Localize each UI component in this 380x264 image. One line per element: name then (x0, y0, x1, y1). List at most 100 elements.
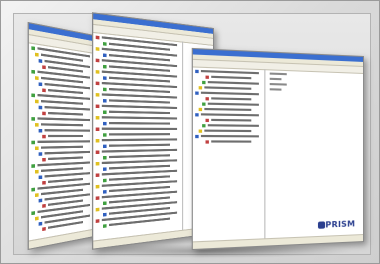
list-item (269, 77, 282, 81)
tree-node-icon (31, 92, 36, 97)
tree-node-icon (95, 218, 100, 223)
tree-node-icon (95, 126, 100, 131)
tree-node-icon (35, 75, 39, 80)
tree-node-label (41, 123, 83, 127)
tree-node-label (44, 150, 91, 155)
tree-node-icon (38, 198, 43, 202)
tree-node-label (108, 76, 170, 83)
tree-node-icon (42, 203, 46, 208)
tree-node-label (101, 104, 178, 110)
tree-node-icon (35, 99, 39, 103)
tree-node-icon (103, 189, 107, 194)
tree-node-icon (95, 46, 100, 51)
tree-node-icon (95, 138, 100, 142)
tree-node-label (108, 133, 170, 136)
tree-node-icon (95, 115, 100, 119)
tree-node-label (44, 193, 91, 201)
tree-node-icon (95, 184, 100, 188)
tree-node-icon (195, 90, 199, 95)
tree-node-icon (95, 161, 100, 165)
tree-node-label (108, 143, 170, 147)
thumbnail-canvas: PRISM (13, 12, 371, 258)
tree-node-icon (35, 52, 39, 57)
tree-node-icon (95, 58, 100, 62)
tree-node-icon (31, 45, 36, 50)
list-item (269, 82, 287, 86)
tree-node-icon (42, 64, 46, 69)
tree-node-icon (42, 87, 46, 92)
tree-node-label (37, 140, 91, 144)
tree-node-label (101, 159, 178, 165)
tree-node-icon (42, 180, 46, 185)
tree-node-label (48, 156, 83, 161)
tree-node-label (44, 105, 91, 111)
tree-node-label (108, 175, 170, 181)
tree-node-icon (103, 75, 107, 80)
tree-node-icon (35, 145, 39, 150)
tree-node-label (41, 99, 83, 105)
tree-node-icon (198, 128, 203, 133)
tree-node-icon (198, 107, 203, 111)
tree-node-label (200, 113, 259, 117)
tree-node-icon (103, 41, 107, 46)
tree-node-icon (38, 105, 43, 109)
tree-node-icon (103, 87, 107, 91)
tree-node-label (211, 140, 252, 143)
tree-node-label (204, 129, 252, 133)
tree-node-label (204, 107, 252, 111)
tree-node-icon (103, 155, 107, 159)
tree-node-label (48, 134, 83, 138)
tree-node-label (101, 127, 178, 130)
tree-node-icon (95, 149, 100, 154)
tree-node-label (207, 124, 259, 127)
tree-node-label (101, 148, 178, 153)
tree-node-icon (103, 98, 107, 103)
window-front-content (192, 66, 363, 243)
tree-node-icon (95, 172, 100, 177)
tree-node-icon (103, 200, 107, 205)
tree-node-icon (195, 69, 199, 73)
thumbnail-frame: PRISM (0, 0, 380, 264)
tree-node-label (200, 91, 259, 96)
tree-node-icon (202, 80, 206, 84)
tree-node-icon (31, 140, 36, 144)
tree-node-icon (95, 195, 100, 200)
tree-node-label (37, 161, 91, 167)
list-item (269, 88, 282, 91)
tree-node-label (108, 87, 170, 93)
tree-node-icon (202, 123, 206, 127)
tree-node-label (48, 88, 83, 95)
tree-node-icon (195, 134, 199, 138)
brand-logo-icon (317, 221, 326, 229)
tree-node-label (211, 118, 252, 122)
window-front-detail-pane (265, 69, 363, 239)
tree-node-label (108, 164, 170, 170)
window-back-tree-pane (28, 42, 96, 242)
tree-node-label (108, 121, 170, 125)
tree-node-label (101, 81, 178, 89)
tree-node-label (200, 69, 259, 75)
tree-node-icon (95, 69, 100, 74)
tree-node-icon (95, 207, 100, 211)
tree-node-icon (31, 163, 36, 168)
tree-node-label (101, 138, 178, 142)
tree-node-label (207, 81, 259, 85)
tree-node-icon (103, 223, 107, 228)
brand-logo-text: PRISM (325, 219, 356, 230)
tree-node-label (200, 134, 259, 138)
tree-node-icon (103, 212, 107, 216)
tree-node-icon (103, 144, 107, 148)
tree-node-icon (103, 166, 107, 171)
tree-node-icon (31, 69, 36, 74)
tree-node-label (101, 93, 178, 99)
tree-node-icon (103, 132, 107, 137)
window-front: PRISM (191, 47, 364, 251)
window-middle-tree-pane (93, 31, 184, 242)
tree-node-label (211, 75, 252, 80)
tree-node-label (108, 154, 170, 159)
tree-node-icon (42, 134, 46, 138)
tree-node-icon (38, 128, 43, 132)
tree-node-icon (31, 187, 36, 191)
tree-node-icon (202, 101, 206, 106)
tree-node-icon (95, 103, 100, 108)
